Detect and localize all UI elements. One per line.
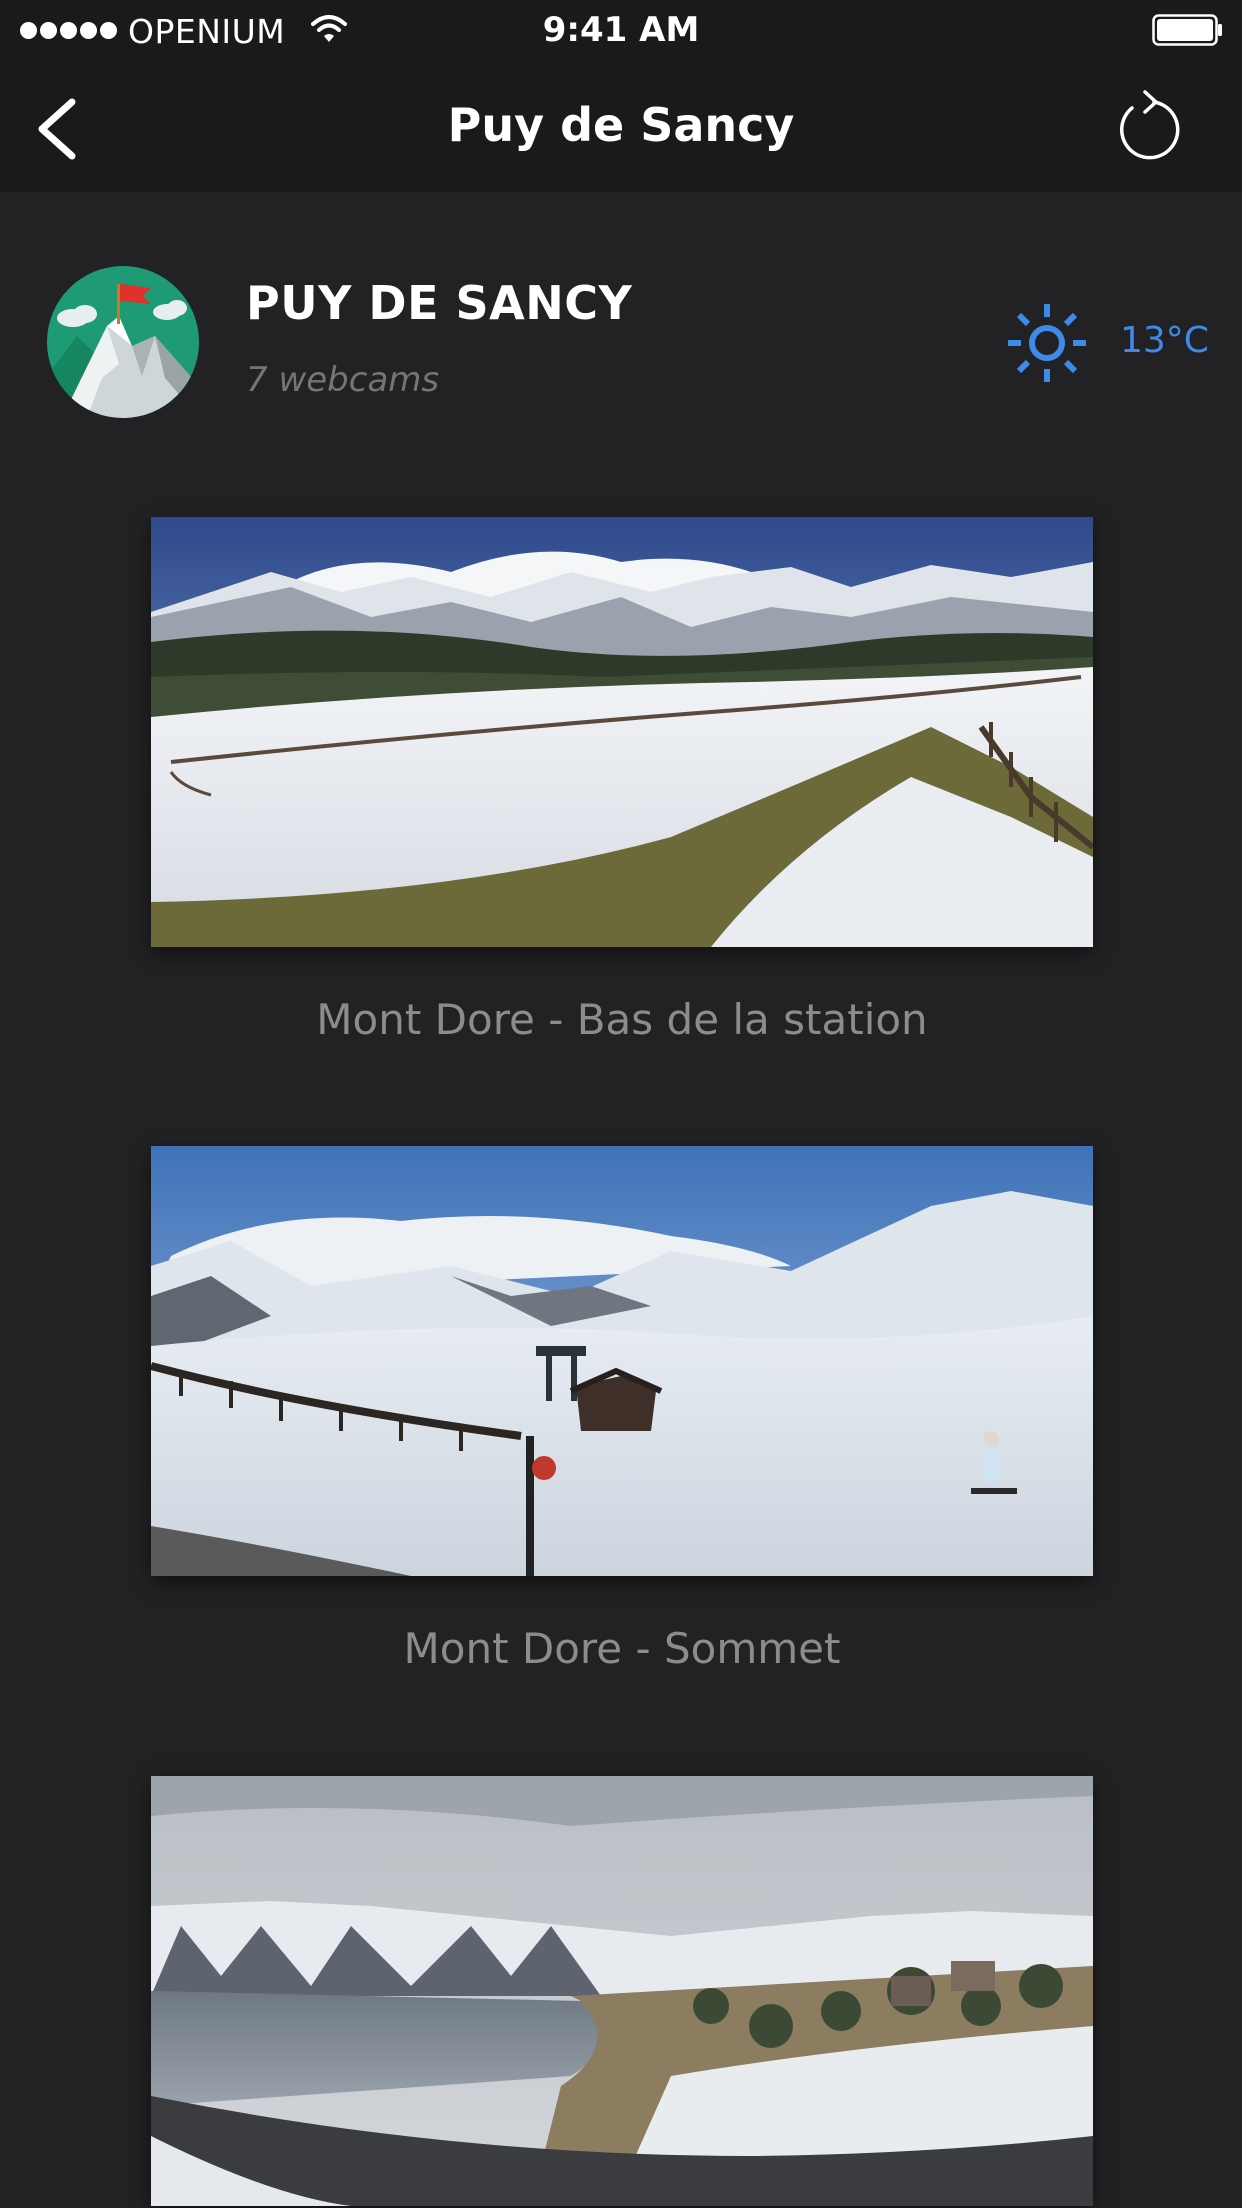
webcam-image[interactable] (151, 1146, 1093, 1576)
refresh-icon[interactable] (1114, 86, 1186, 164)
status-bar: OPENIUM 9:41 AM (0, 0, 1242, 60)
webcam-image[interactable] (151, 517, 1093, 947)
battery-icon (1152, 14, 1222, 46)
navigation-bar: Puy de Sancy (0, 60, 1242, 192)
sun-icon (1008, 304, 1086, 382)
page-title: Puy de Sancy (447, 98, 795, 152)
webcam-caption: Mont Dore - Sommet (403, 1624, 841, 1673)
webcam-card[interactable] (151, 1776, 1093, 2206)
status-clock: 9:41 AM (542, 10, 700, 50)
webcam-count: 7 webcams (246, 360, 440, 400)
webcam-image[interactable] (151, 1776, 1093, 2206)
webcam-card[interactable]: Mont Dore - Bas de la station (151, 517, 1093, 1044)
webcam-card[interactable]: Mont Dore - Sommet (151, 1146, 1093, 1673)
temperature: 13°C (1120, 320, 1209, 361)
station-name: PUY DE SANCY (246, 276, 633, 330)
mountain-logo-icon (47, 266, 199, 418)
webcam-caption: Mont Dore - Bas de la station (316, 995, 928, 1044)
